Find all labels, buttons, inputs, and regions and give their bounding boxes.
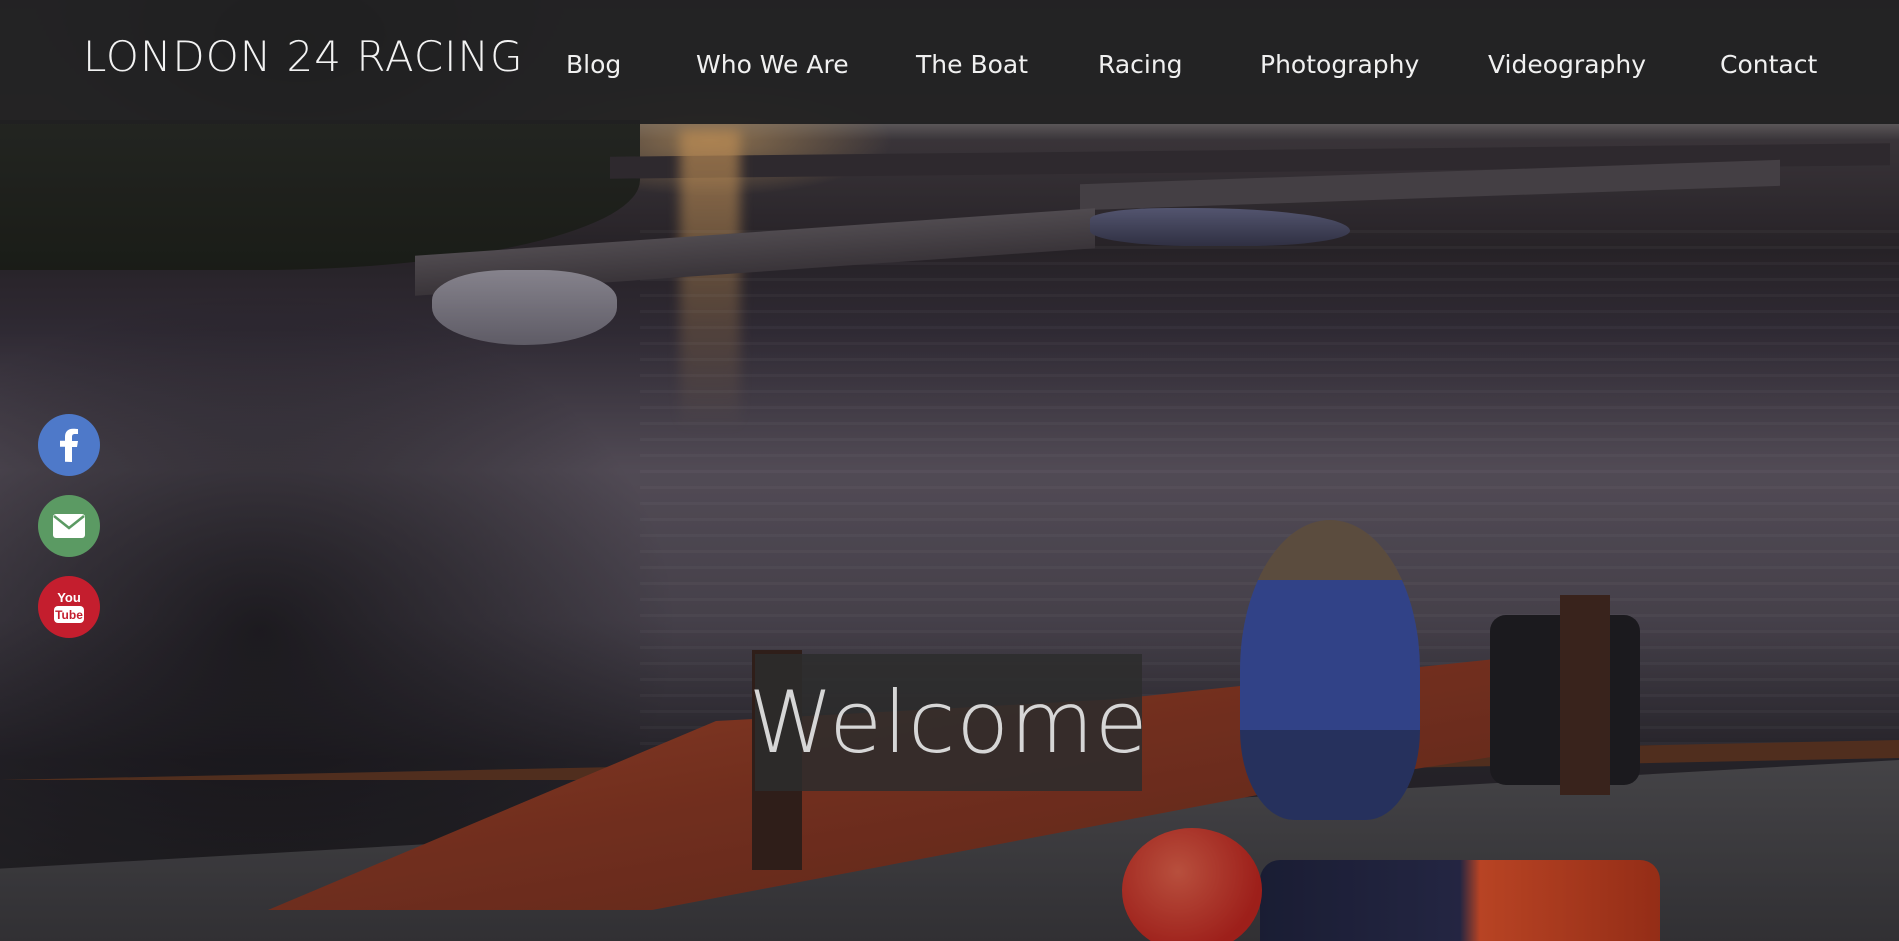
welcome-heading: Welcome (748, 672, 1149, 773)
youtube-icon: You Tube (54, 590, 84, 623)
hero-background-photo (0, 0, 1899, 941)
nav-item-photography[interactable]: Photography (1260, 50, 1419, 79)
welcome-banner: Welcome (748, 654, 1148, 791)
facebook-icon (60, 428, 78, 462)
nav-item-racing[interactable]: Racing (1098, 50, 1183, 79)
nav-item-the-boat[interactable]: The Boat (916, 50, 1028, 79)
facebook-link[interactable] (38, 414, 100, 476)
nav-item-who-we-are[interactable]: Who We Are (696, 50, 849, 79)
bg-tint-overlay (0, 0, 1899, 941)
main-nav: Blog Who We Are The Boat Racing Photogra… (0, 0, 1899, 124)
mail-icon (53, 514, 85, 538)
youtube-link[interactable]: You Tube (38, 576, 100, 638)
email-link[interactable] (38, 495, 100, 557)
nav-item-contact[interactable]: Contact (1720, 50, 1817, 79)
site-header: LONDON 24 RACING Blog Who We Are The Boa… (0, 0, 1899, 124)
page: LONDON 24 RACING Blog Who We Are The Boa… (0, 0, 1899, 941)
nav-item-videography[interactable]: Videography (1488, 50, 1646, 79)
svg-text:You: You (57, 590, 81, 605)
nav-item-blog[interactable]: Blog (566, 50, 621, 79)
svg-text:Tube: Tube (55, 608, 83, 622)
social-links: You Tube (38, 414, 100, 657)
